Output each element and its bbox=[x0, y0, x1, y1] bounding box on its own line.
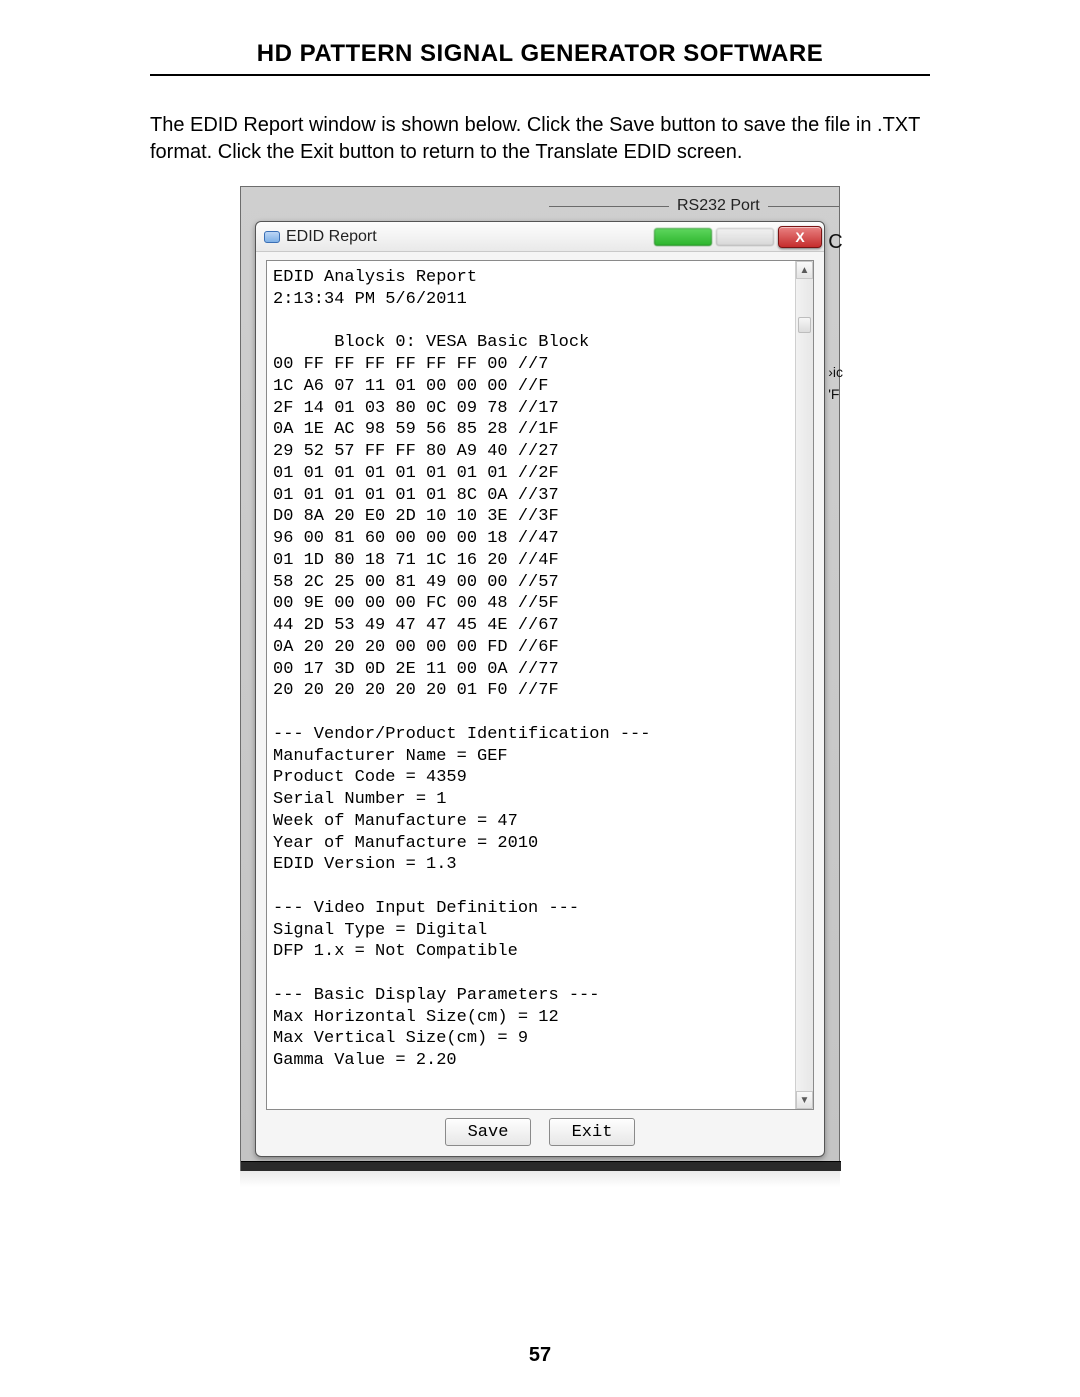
titlebar-right: X bbox=[654, 226, 824, 248]
screenshot-shadow bbox=[240, 1171, 840, 1187]
exit-button[interactable]: Exit bbox=[549, 1118, 635, 1146]
save-button[interactable]: Save bbox=[445, 1118, 531, 1146]
status-pill-green bbox=[654, 228, 712, 246]
bg-char-f: 'F bbox=[828, 386, 843, 402]
chevron-up-icon: ▲ bbox=[800, 265, 810, 276]
groupbox-line-left bbox=[549, 206, 669, 207]
intro-paragraph: The EDID Report window is shown below. C… bbox=[150, 112, 930, 166]
screenshot-container: RS232 Port C ›ic 'F EDID Report X bbox=[240, 186, 840, 1187]
document-page: HD PATTERN SIGNAL GENERATOR SOFTWARE The… bbox=[0, 0, 1080, 1397]
page-title: HD PATTERN SIGNAL GENERATOR SOFTWARE bbox=[150, 40, 930, 74]
scroll-down-button[interactable]: ▼ bbox=[796, 1091, 813, 1109]
window-icon bbox=[264, 231, 280, 243]
scroll-thumb[interactable] bbox=[798, 317, 811, 333]
close-icon: X bbox=[795, 229, 804, 245]
exit-button-label: Exit bbox=[572, 1123, 613, 1142]
report-text[interactable]: EDID Analysis Report 2:13:34 PM 5/6/2011… bbox=[267, 261, 795, 1109]
save-button-label: Save bbox=[468, 1123, 509, 1142]
bg-obscured-text: C ›ic 'F bbox=[828, 231, 843, 408]
scroll-up-button[interactable]: ▲ bbox=[796, 261, 813, 279]
page-number: 57 bbox=[0, 1344, 1080, 1367]
heading-rule bbox=[150, 74, 930, 76]
bg-char-c: C bbox=[828, 231, 843, 254]
background-window: RS232 Port C ›ic 'F EDID Report X bbox=[240, 186, 840, 1171]
groupbox-line-right bbox=[768, 206, 839, 207]
edid-report-window: EDID Report X EDID Analysis Report 2:13:… bbox=[255, 221, 825, 1157]
background-window-bottom bbox=[241, 1161, 841, 1171]
bg-char-ic: ›ic bbox=[828, 364, 843, 380]
rs232-label: RS232 Port bbox=[677, 197, 760, 215]
chevron-down-icon: ▼ bbox=[800, 1095, 810, 1106]
close-button[interactable]: X bbox=[778, 226, 822, 248]
report-pane: EDID Analysis Report 2:13:34 PM 5/6/2011… bbox=[266, 260, 814, 1110]
titlebar[interactable]: EDID Report X bbox=[256, 222, 824, 252]
button-row: Save Exit bbox=[256, 1118, 824, 1146]
rs232-groupbox: RS232 Port bbox=[241, 197, 839, 221]
vertical-scrollbar[interactable]: ▲ ▼ bbox=[795, 261, 813, 1109]
window-title: EDID Report bbox=[286, 228, 377, 246]
status-pill-gray bbox=[716, 228, 774, 246]
